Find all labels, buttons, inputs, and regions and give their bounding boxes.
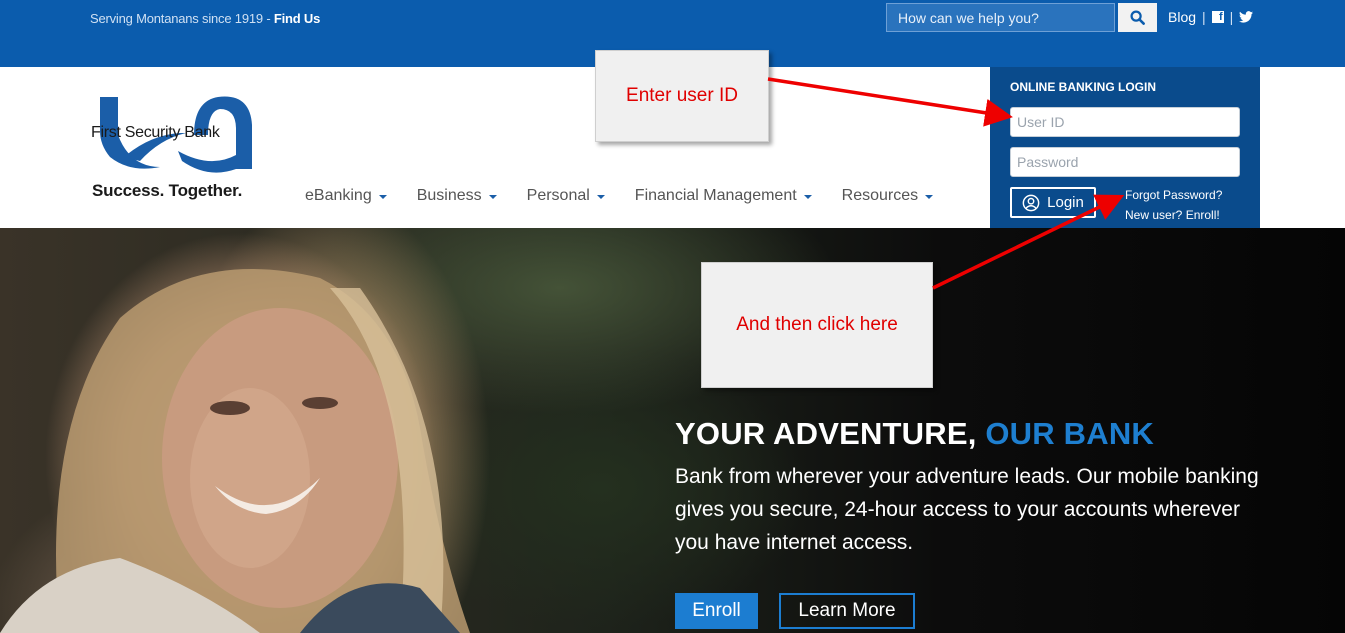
search-icon bbox=[1130, 10, 1145, 25]
user-id-input[interactable] bbox=[1010, 107, 1240, 137]
annotation-click-here: And then click here bbox=[701, 262, 933, 388]
enroll-button[interactable]: Enroll bbox=[675, 593, 758, 629]
new-user-enroll-link[interactable]: New user? Enroll! bbox=[1125, 205, 1222, 225]
online-banking-login-panel: ONLINE BANKING LOGIN Login Forgot Passwo… bbox=[990, 67, 1260, 228]
hero-banner: YOUR ADVENTURE, OUR BANK Bank from where… bbox=[0, 228, 1345, 633]
caret-down-icon bbox=[803, 195, 812, 199]
hero-title: YOUR ADVENTURE, OUR BANK bbox=[675, 416, 1154, 452]
bank-slogan: Success. Together. bbox=[92, 181, 243, 200]
caret-down-icon bbox=[378, 195, 387, 199]
nav-item-label: Resources bbox=[841, 187, 919, 204]
nav-item-resources[interactable]: Resources bbox=[841, 187, 934, 205]
nav-item-label: Financial Management bbox=[634, 187, 797, 204]
nav-item-financial-management[interactable]: Financial Management bbox=[635, 187, 812, 205]
hero-photo bbox=[0, 269, 470, 633]
learn-more-button[interactable]: Learn More bbox=[779, 593, 915, 629]
login-button[interactable]: Login bbox=[1010, 187, 1096, 218]
top-links: Blog | f | bbox=[1168, 9, 1254, 25]
blog-link[interactable]: Blog bbox=[1168, 9, 1196, 25]
annotation-enter-user-id: Enter user ID bbox=[595, 50, 769, 142]
tagline-text: Serving Montanans since 1919 - bbox=[90, 11, 274, 26]
facebook-icon[interactable]: f bbox=[1211, 11, 1224, 23]
login-button-label: Login bbox=[1047, 194, 1084, 211]
login-title: ONLINE BANKING LOGIN bbox=[1010, 80, 1156, 94]
twitter-icon[interactable] bbox=[1239, 11, 1254, 23]
nav-item-label: eBanking bbox=[305, 187, 372, 204]
login-links: Forgot Password? New user? Enroll! bbox=[1125, 185, 1222, 225]
user-circle-icon bbox=[1022, 194, 1040, 211]
hero-title-accent: OUR BANK bbox=[985, 416, 1155, 451]
caret-down-icon bbox=[596, 195, 605, 199]
caret-down-icon bbox=[488, 195, 497, 199]
tagline: Serving Montanans since 1919 - Find Us bbox=[90, 11, 320, 26]
search-button[interactable] bbox=[1118, 3, 1157, 32]
nav-item-label: Personal bbox=[526, 187, 590, 204]
bank-name: First Security Bank bbox=[91, 124, 220, 141]
search-input[interactable] bbox=[886, 3, 1115, 32]
nav-item-ebanking[interactable]: eBanking bbox=[305, 187, 387, 205]
password-input[interactable] bbox=[1010, 147, 1240, 177]
find-us-link[interactable]: Find Us bbox=[274, 11, 320, 26]
nav-item-business[interactable]: Business bbox=[417, 187, 497, 205]
nav-item-personal[interactable]: Personal bbox=[527, 187, 605, 205]
hero-title-main: YOUR ADVENTURE, bbox=[675, 416, 986, 451]
caret-down-icon bbox=[925, 195, 934, 199]
separator: | bbox=[1202, 9, 1206, 25]
nav-item-label: Business bbox=[416, 187, 482, 204]
separator: | bbox=[1229, 9, 1234, 25]
hero-description: Bank from wherever your adventure leads.… bbox=[675, 465, 1259, 554]
main-nav: eBanking Business Personal Financial Man… bbox=[305, 187, 934, 205]
forgot-password-link[interactable]: Forgot Password? bbox=[1125, 185, 1222, 205]
